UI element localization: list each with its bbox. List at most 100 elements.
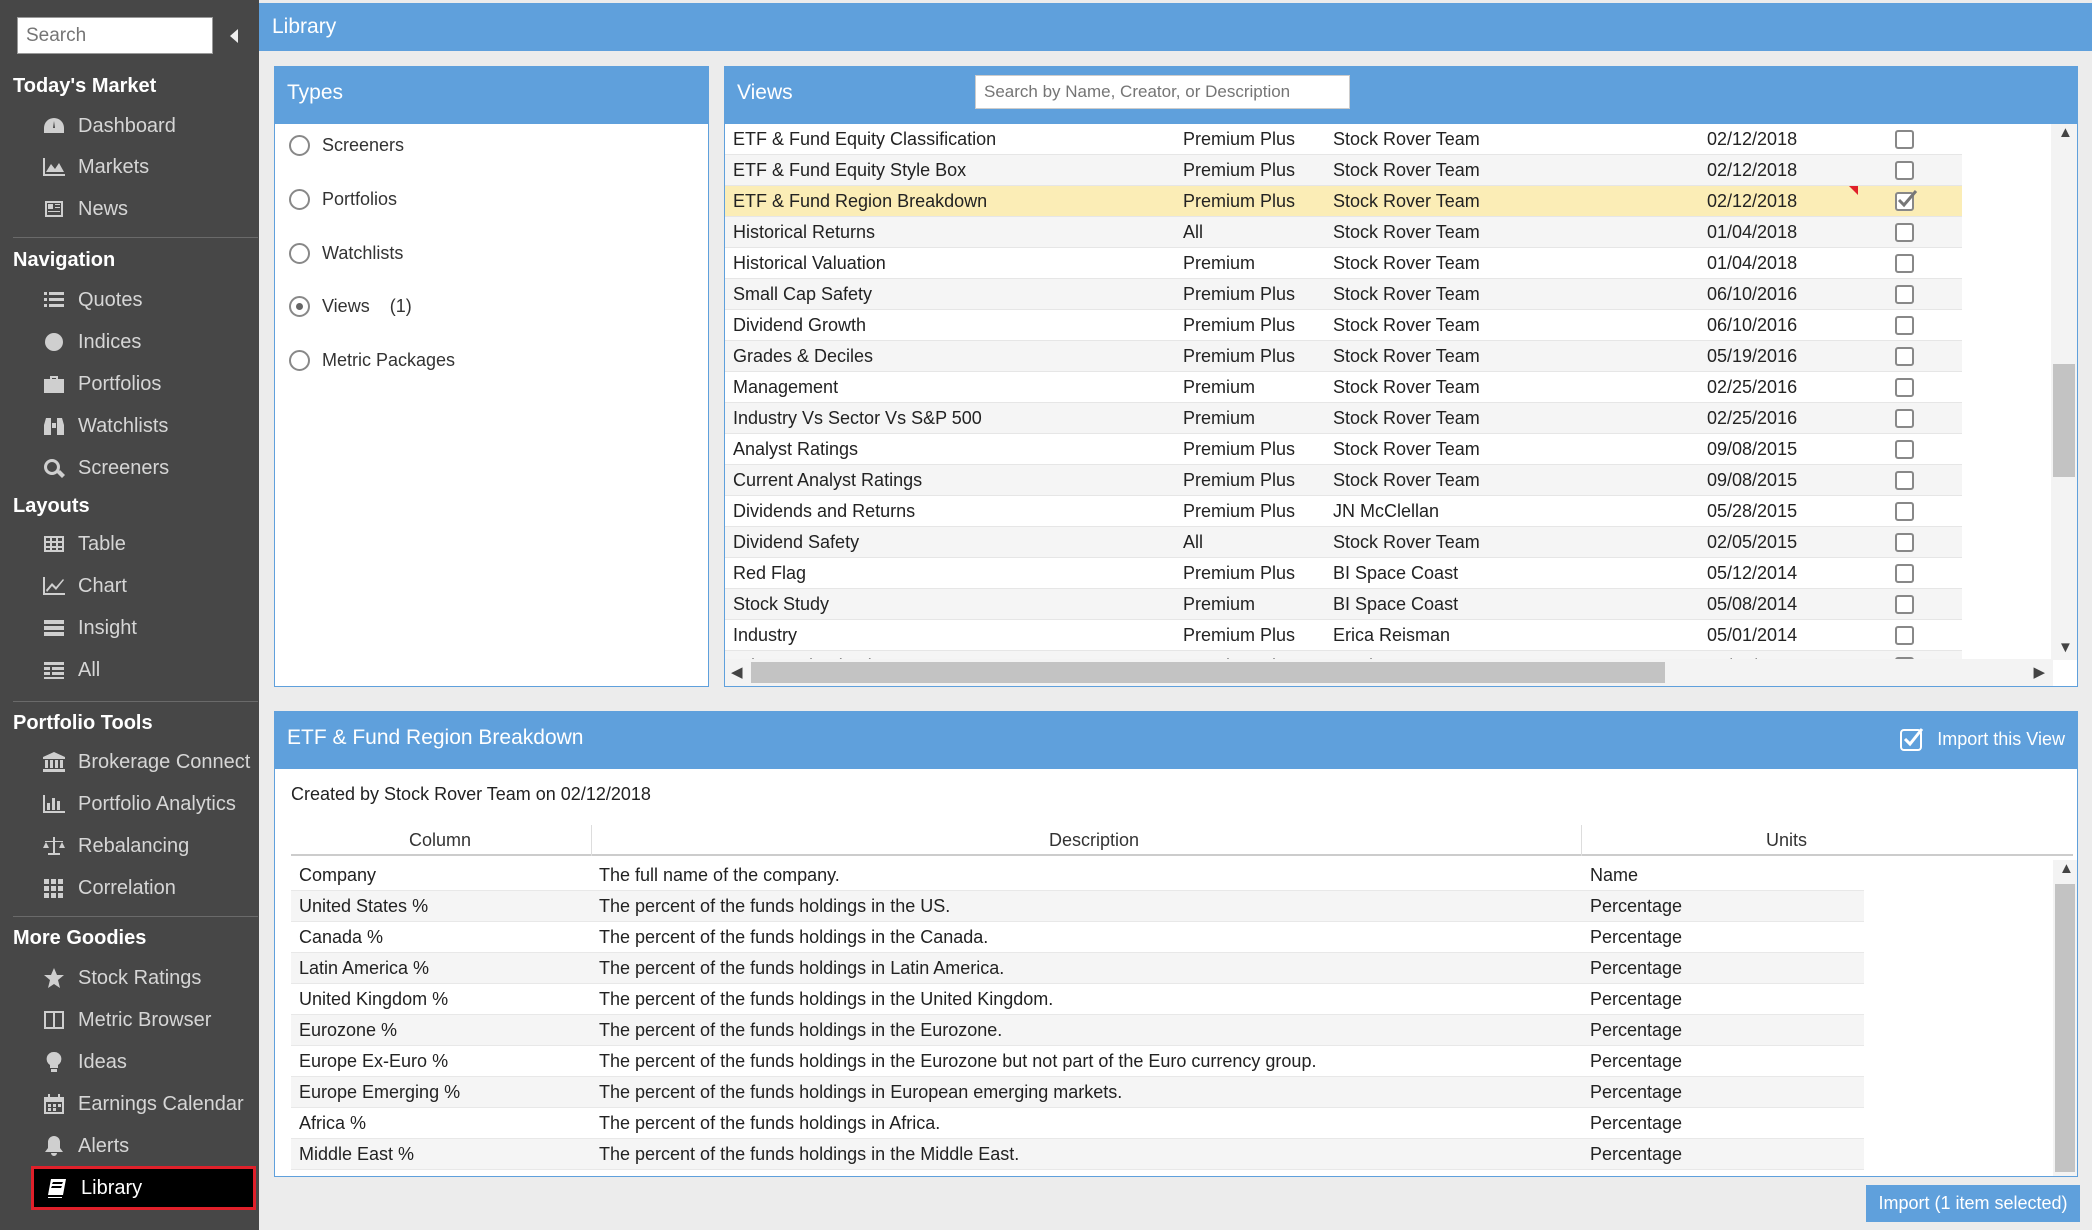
checkbox[interactable] [1895,626,1914,645]
table-row[interactable]: ETF & Fund Equity Style Box Premium Plus S… [725,155,1962,186]
sidebar-item-stock-ratings[interactable]: Stock Ratings [40,961,255,995]
detail-vertical-scrollbar[interactable]: ▲ [2053,860,2077,1176]
table-row[interactable]: Europe Ex-Euro % The percent of the funds… [291,1046,1864,1077]
table-row[interactable]: Small Cap Safety Premium Plus Stock Rover … [725,279,1962,310]
table-row[interactable]: Red Flag Premium Plus BI Space Coast 05/12/… [725,558,1962,589]
checkbox[interactable] [1895,409,1914,428]
checkbox[interactable] [1895,378,1914,397]
scroll-down-icon[interactable]: ▼ [2058,639,2073,656]
scrollbar-thumb[interactable] [2053,364,2075,477]
sidebar-item-correlation[interactable]: Correlation [40,871,255,905]
sidebar-item-quotes[interactable]: Quotes [40,283,255,317]
table-row[interactable]: ETF & Fund Equity Classification Premium … [725,124,1962,155]
table-row[interactable]: Grades & Deciles Premium Plus Stock Rover … [725,341,1962,372]
type-option-screeners[interactable]: Screeners [289,130,404,160]
import-button[interactable]: Import (1 item selected) [1866,1185,2080,1222]
table-row[interactable]: ETF & Fund Region Breakdown Premium Plus S… [725,186,1962,217]
sidebar-item-rebalancing[interactable]: Rebalancing [40,829,255,863]
sidebar-item-watchlists[interactable]: Watchlists [40,409,255,443]
checkbox[interactable] [1895,285,1914,304]
table-row[interactable]: United Kingdom % The percent of the funds… [291,984,1864,1015]
checkbox[interactable] [1895,316,1914,335]
table-row[interactable]: Canada % The percent of the funds holding… [291,922,1864,953]
sidebar-search-input[interactable] [17,17,213,54]
checkbox[interactable] [1895,347,1914,366]
table-row[interactable]: Dividends and Returns Premium Plus JN McCl… [725,496,1962,527]
radio-icon[interactable] [289,188,310,210]
sidebar-item-markets[interactable]: Markets [40,150,255,184]
scrollbar-thumb[interactable] [2055,884,2075,1172]
scrollbar-thumb[interactable] [751,662,1665,683]
dashboard-icon [40,115,68,137]
table-row[interactable]: Current Analyst Ratings Premium Plus Stock… [725,465,1962,496]
table-row[interactable]: Middle East % The percent of the funds ho… [291,1139,1864,1170]
import-this-view-toggle[interactable]: Import this View [1899,726,2065,752]
type-option-portfolios[interactable]: Portfolios [289,184,397,214]
radio-icon[interactable] [289,134,310,156]
sidebar-item-chart[interactable]: Chart [40,569,255,603]
checkbox[interactable] [1895,533,1914,552]
collapse-sidebar-button[interactable] [222,17,246,54]
type-option-metric-packages[interactable]: Metric Packages [289,345,455,375]
sidebar-item-table[interactable]: Table [40,527,255,561]
view-level: All [1183,532,1204,552]
checkbox[interactable] [1895,440,1914,459]
table-row[interactable]: Eurozone % The percent of the funds holdi… [291,1015,1864,1046]
table-row[interactable]: Management Premium Stock Rover Team 02/25/2… [725,372,1962,403]
table-row[interactable]: Europe Emerging % The percent of the fund… [291,1077,1864,1108]
checkbox[interactable] [1895,254,1914,273]
radio-selected-icon[interactable] [289,295,310,317]
checkbox[interactable] [1895,223,1914,242]
sidebar-item-alerts[interactable]: Alerts [40,1129,255,1163]
views-horizontal-scrollbar[interactable]: ◀ ▶ [725,659,2053,686]
table-row[interactable]: Latin America % The percent of the funds … [291,953,1864,984]
scroll-up-icon[interactable]: ▲ [2058,124,2073,141]
sidebar-item-dashboard[interactable]: Dashboard [40,109,255,143]
table-row[interactable]: Historical Returns All Stock Rover Team 01/… [725,217,1962,248]
sidebar-item-indices[interactable]: Indices [40,325,255,359]
views-vertical-scrollbar[interactable]: ▲ ▼ [2051,124,2077,660]
scroll-right-icon[interactable]: ▶ [2033,663,2045,681]
sidebar-item-screeners[interactable]: Screeners [40,451,255,485]
table-row[interactable]: United States % The percent of the funds … [291,891,1864,922]
column-header-units[interactable]: Units [1766,830,1807,851]
table-row[interactable]: Historical Valuation Premium Stock Rover T… [725,248,1962,279]
table-row[interactable]: Industry Premium Plus Erica Reisman 05/01/2… [725,620,1962,651]
checkbox[interactable] [1895,130,1914,149]
table-row[interactable]: Dividend Growth Premium Plus Stock Rover T… [725,310,1962,341]
table-row[interactable]: Africa % The percent of the funds holding… [291,1108,1864,1139]
column-header-column[interactable]: Column [409,830,471,851]
table-row[interactable]: Dividend Safety All Stock Rover Team 02/05/… [725,527,1962,558]
checkbox[interactable] [1895,161,1914,180]
sidebar-item-news[interactable]: News [40,192,255,226]
sidebar-item-all[interactable]: All [40,653,255,687]
sidebar-item-library[interactable]: Library [31,1166,256,1210]
checkbox[interactable] [1895,502,1914,521]
checkbox[interactable] [1895,471,1914,490]
table-row[interactable]: Analyst Ratings Premium Plus Stock Rover T… [725,434,1962,465]
sidebar-item-ideas[interactable]: Ideas [40,1045,255,1079]
radio-icon[interactable] [289,242,310,264]
type-option-views[interactable]: Views (1) [289,291,412,321]
sidebar-item-portfolios[interactable]: Portfolios [40,367,255,401]
checkbox[interactable] [1895,595,1914,614]
table-row[interactable]: Company The full name of the company. Name [291,860,1864,891]
scroll-up-icon[interactable]: ▲ [2059,860,2074,877]
types-title: Types [287,81,344,104]
sidebar-item-insight[interactable]: Insight [40,611,255,645]
table-row[interactable]: Stock Study Premium BI Space Coast 05/08/20… [725,589,1962,620]
column-header-description[interactable]: Description [1049,830,1139,851]
table-row[interactable]: Industry Vs Sector Vs S&P 500 Premium Stoc… [725,403,1962,434]
sidebar-item-earnings-calendar[interactable]: Earnings Calendar [40,1087,255,1121]
sidebar-item-brokerage-connect[interactable]: Brokerage Connect [40,745,255,779]
sidebar-item-portfolio-analytics[interactable]: Portfolio Analytics [40,787,255,821]
scroll-left-icon[interactable]: ◀ [731,663,743,681]
radio-icon[interactable] [289,349,310,371]
sidebar-item-metric-browser[interactable]: Metric Browser [40,1003,255,1037]
checkbox-checked[interactable] [1895,190,1918,211]
checkbox[interactable] [1895,564,1914,583]
views-search-input[interactable] [975,75,1350,109]
checkbox-checked-icon[interactable] [1899,726,1925,752]
view-name: Red Flag [733,563,807,583]
type-option-watchlists[interactable]: Watchlists [289,238,403,268]
